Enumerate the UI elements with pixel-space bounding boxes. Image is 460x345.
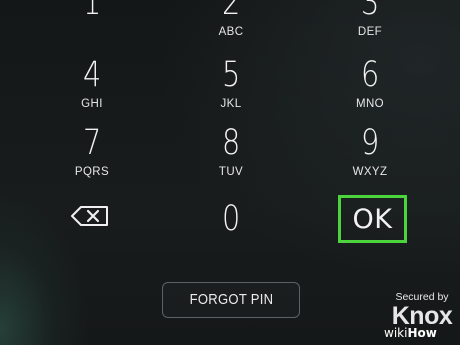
key-digit: 0 bbox=[221, 198, 241, 239]
key-letters: TUV bbox=[218, 166, 244, 178]
key-digit: 7 bbox=[82, 123, 102, 163]
key-digit: 1 bbox=[82, 0, 102, 23]
watermark-part-2: How bbox=[407, 326, 437, 340]
backspace-icon bbox=[71, 206, 108, 226]
key-digit: 2 bbox=[221, 0, 241, 23]
key-letters: GHI bbox=[81, 98, 103, 110]
key-letters: ABC bbox=[218, 26, 244, 38]
wikihow-watermark: wiki How bbox=[384, 326, 437, 340]
backspace-button[interactable] bbox=[66, 199, 114, 233]
key-9[interactable]: 9 WXYZ bbox=[320, 126, 420, 206]
key-0[interactable]: 0 bbox=[201, 197, 261, 241]
key-digit: 3 bbox=[360, 0, 380, 23]
forgot-pin-label: FORGOT PIN bbox=[189, 292, 273, 308]
key-7[interactable]: 7 PQRS bbox=[42, 126, 142, 206]
key-digit: 4 bbox=[82, 55, 102, 95]
forgot-pin-button[interactable]: FORGOT PIN bbox=[162, 282, 300, 318]
key-letters: MNO bbox=[355, 98, 385, 110]
ok-label: OK bbox=[352, 203, 393, 235]
watermark-part-1: wiki bbox=[384, 326, 408, 340]
key-8[interactable]: 8 TUV bbox=[181, 126, 281, 206]
key-digit: 8 bbox=[221, 123, 241, 163]
key-digit: 6 bbox=[360, 55, 380, 95]
key-letters: WXYZ bbox=[352, 166, 388, 178]
key-letters: JKL bbox=[220, 98, 242, 110]
key-letters: PQRS bbox=[74, 166, 110, 178]
key-digit: 9 bbox=[360, 123, 380, 163]
key-letters: DEF bbox=[357, 26, 383, 38]
ok-button[interactable]: OK bbox=[338, 195, 407, 243]
key-digit: 5 bbox=[221, 55, 241, 95]
